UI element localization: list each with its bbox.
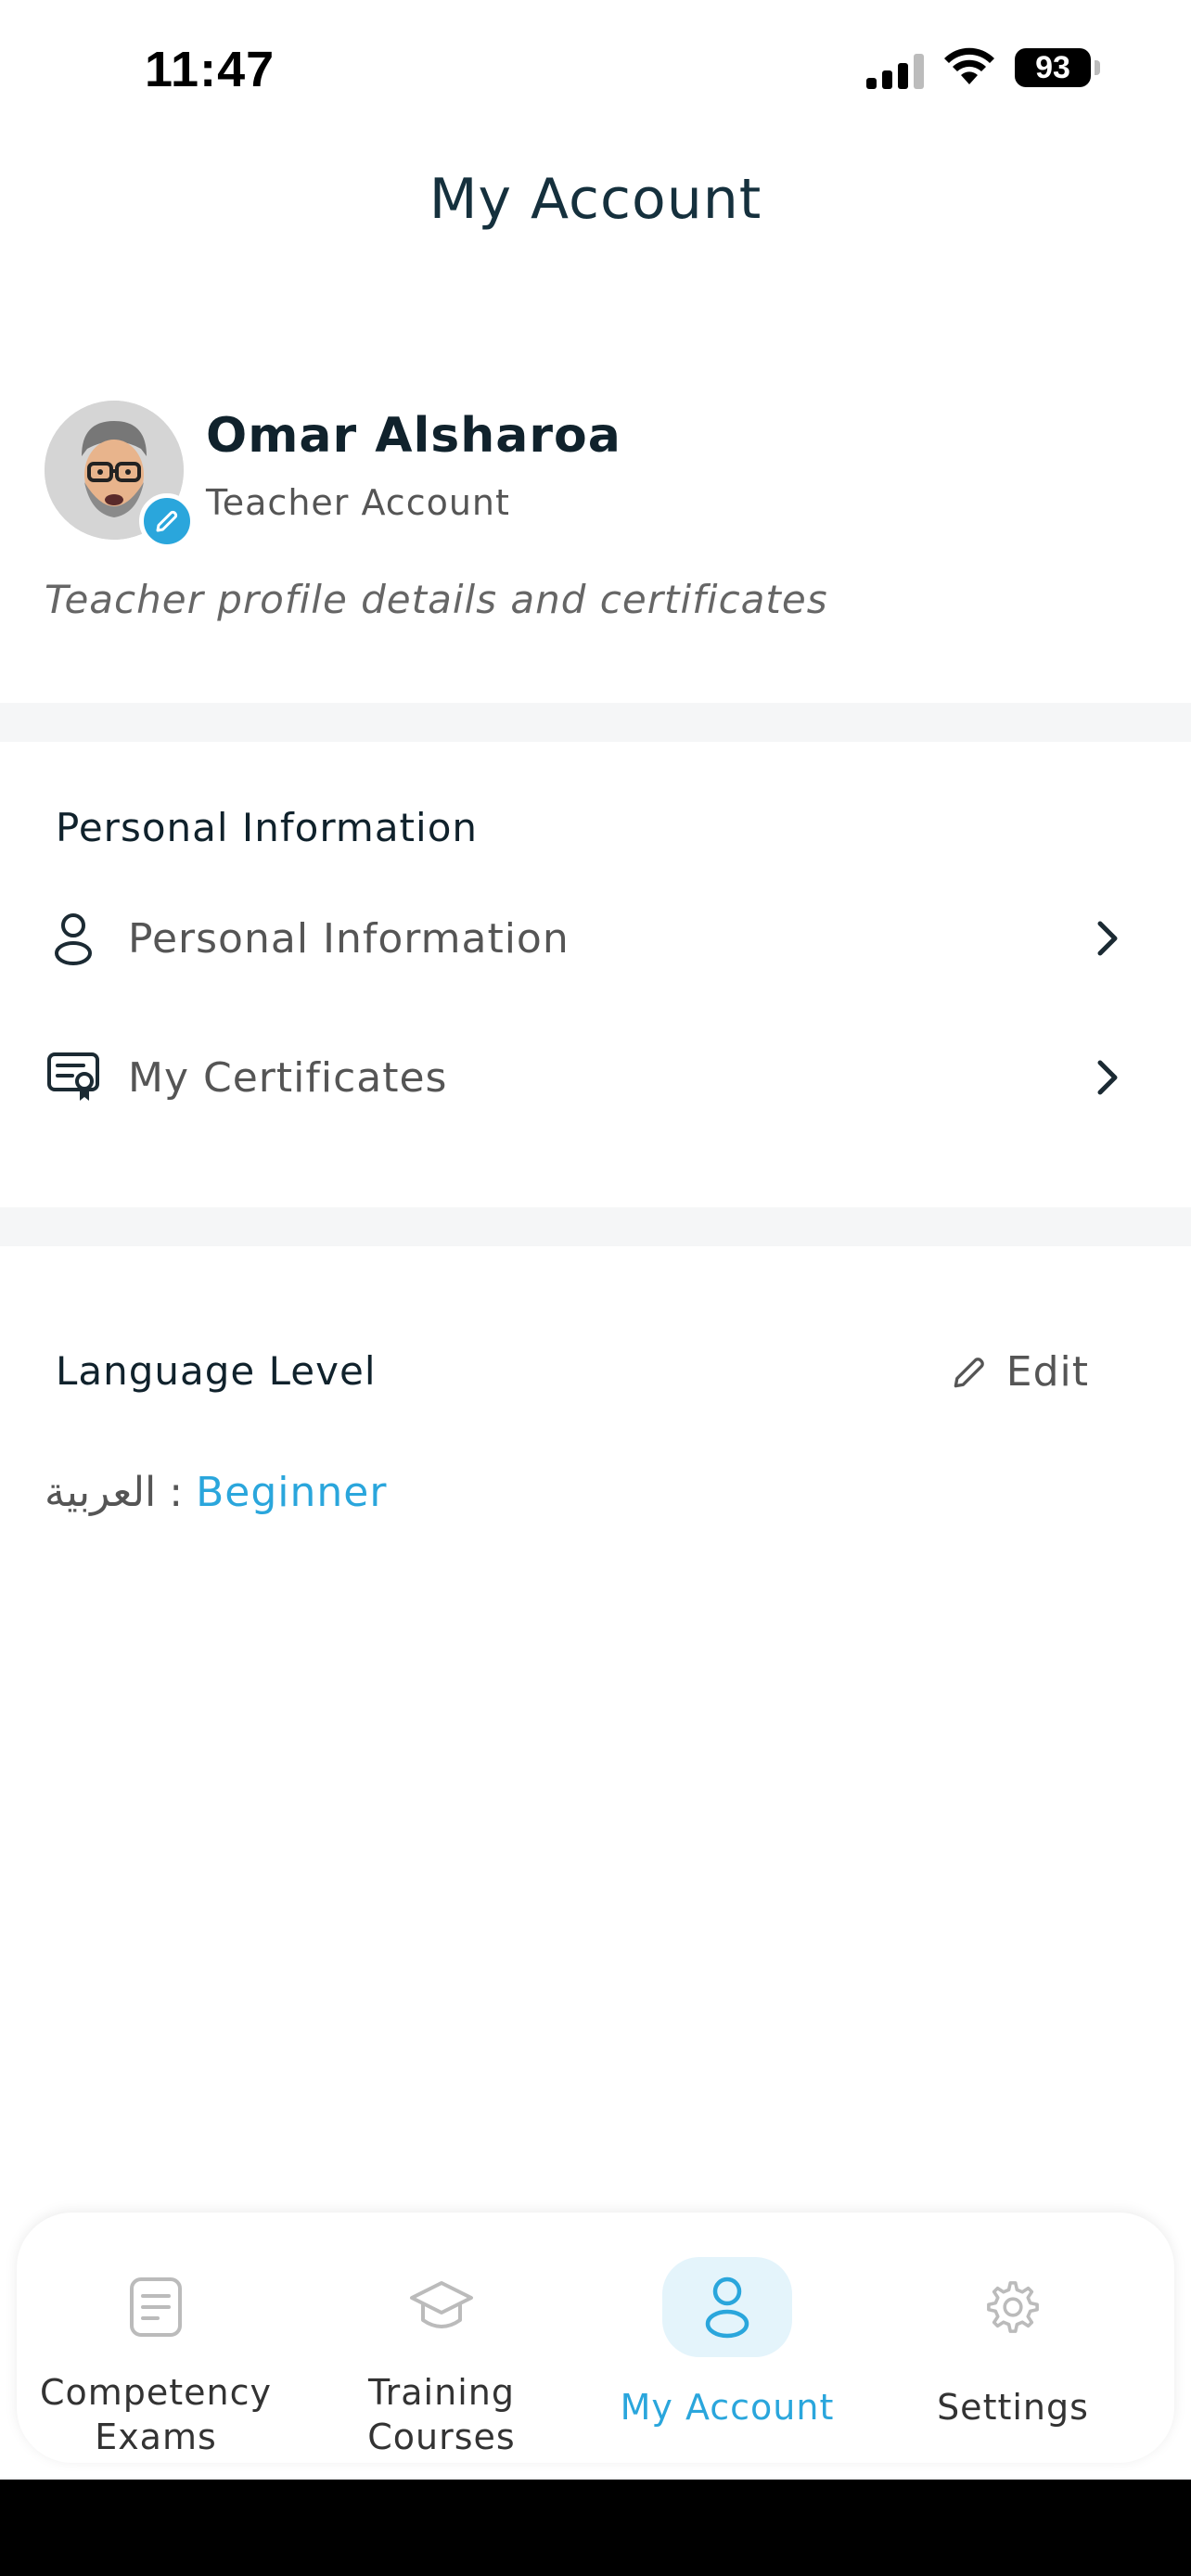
user-name: Omar Alsharoa xyxy=(206,408,621,464)
bottom-tab-bar: Competency Exams Training Courses My Acc… xyxy=(17,2213,1174,2463)
menu-item-label: My Certificates xyxy=(128,1053,448,1102)
user-icon xyxy=(662,2257,792,2357)
profile-card[interactable]: Omar Alsharoa Teacher Account Teacher pr… xyxy=(0,334,1191,703)
language-level-value: Beginner xyxy=(196,1469,388,1516)
language-separator: : xyxy=(169,1469,184,1516)
account-type: Teacher Account xyxy=(206,482,510,523)
battery-indicator: 93 xyxy=(1015,48,1091,87)
menu-item-my-certificates[interactable]: My Certificates xyxy=(0,1013,1191,1142)
page-title: My Account xyxy=(429,167,762,232)
chevron-right-icon xyxy=(1089,918,1126,959)
system-home-bar xyxy=(0,2480,1191,2576)
menu-item-personal-information[interactable]: Personal Information xyxy=(0,874,1191,1003)
signal-icon xyxy=(866,46,924,89)
user-icon xyxy=(45,910,102,967)
tab-training-courses[interactable]: Training Courses xyxy=(302,2213,581,2463)
personal-information-card: Personal Information Personal Informatio… xyxy=(0,742,1191,1207)
tab-label: Settings xyxy=(937,2387,1089,2428)
tab-competency-exams[interactable]: Competency Exams xyxy=(17,2213,295,2463)
edit-label: Edit xyxy=(1005,1348,1089,1396)
language-name: العربية xyxy=(45,1469,157,1516)
certificate-icon xyxy=(45,1049,102,1106)
edit-language-button[interactable]: Edit xyxy=(949,1348,1089,1396)
pencil-icon xyxy=(156,510,178,532)
tab-my-account[interactable]: My Account xyxy=(588,2213,866,2463)
profile-description: Teacher profile details and certificates xyxy=(45,577,828,622)
graduation-cap-icon xyxy=(377,2257,506,2357)
language-level-card: Language Level Edit العربية : Beginner xyxy=(0,1246,1191,1597)
status-icons: 93 xyxy=(866,46,1100,89)
wifi-icon xyxy=(944,47,994,84)
chevron-right-icon xyxy=(1089,1057,1126,1098)
status-bar: 11:47 93 xyxy=(0,0,1191,139)
document-icon xyxy=(91,2257,221,2357)
section-title-language-level: Language Level xyxy=(56,1348,377,1394)
status-time: 11:47 xyxy=(145,42,275,97)
gear-icon xyxy=(948,2257,1078,2357)
tab-settings[interactable]: Settings xyxy=(874,2213,1152,2463)
section-title-personal-information: Personal Information xyxy=(56,805,479,850)
header: My Account xyxy=(0,139,1191,334)
language-level-line: العربية : Beginner xyxy=(45,1469,387,1516)
menu-item-label: Personal Information xyxy=(128,914,570,963)
screen: 11:47 93 My Account Omar Alsharoa Teache… xyxy=(0,0,1191,2576)
tab-label: My Account xyxy=(620,2387,835,2428)
tab-label: Competency Exams xyxy=(39,2372,273,2457)
tab-label: Training Courses xyxy=(367,2372,516,2457)
pencil-icon xyxy=(954,1357,984,1387)
edit-avatar-button[interactable] xyxy=(139,493,195,549)
battery-cap xyxy=(1095,60,1100,75)
